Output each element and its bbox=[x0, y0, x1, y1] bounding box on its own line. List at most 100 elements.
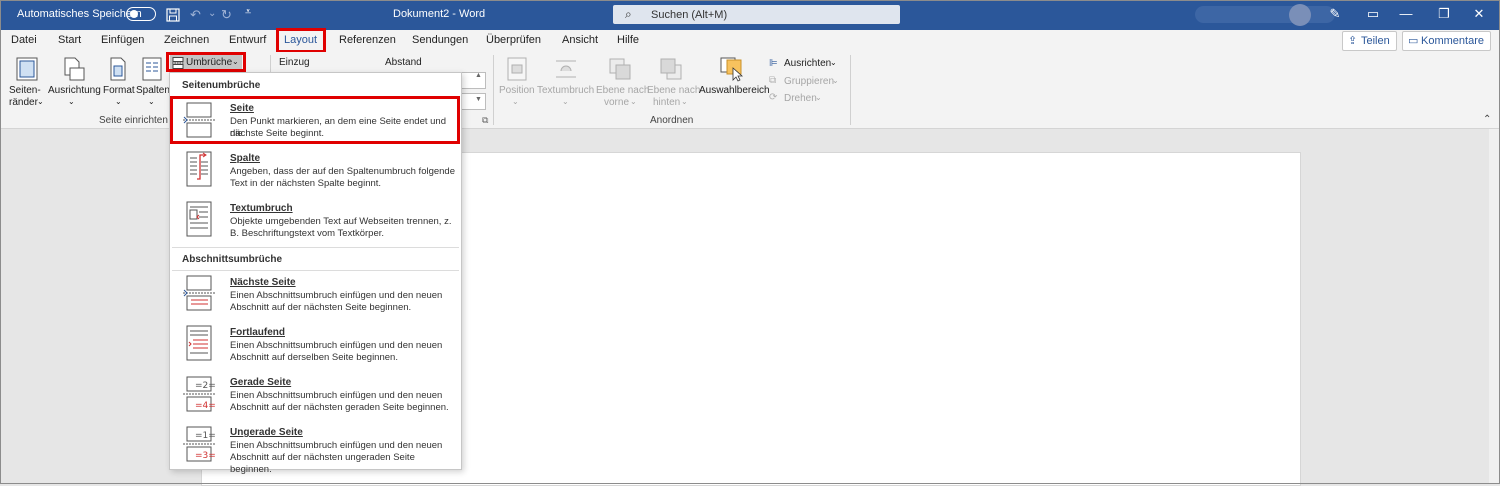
minimize-icon[interactable]: — bbox=[1394, 4, 1418, 24]
menu-item-title: Nächste Seite bbox=[230, 277, 296, 288]
position-label[interactable]: Position bbox=[499, 85, 535, 96]
send-backward-label-1[interactable]: Ebene nach bbox=[647, 85, 700, 96]
chevron-down-icon: ⌄ bbox=[115, 97, 122, 106]
even-page-icon: =2= =4= bbox=[183, 376, 215, 412]
tab-entwurf[interactable]: Entwurf bbox=[229, 34, 266, 46]
selection-pane-label[interactable]: Auswahlbereich bbox=[699, 85, 770, 96]
spacing-after-input[interactable] bbox=[460, 93, 486, 110]
maximize-icon[interactable]: ❐ bbox=[1432, 4, 1456, 24]
group-label-page-setup: Seite einrichten bbox=[99, 115, 168, 126]
wrap-text-label[interactable]: Textumbruch bbox=[537, 85, 594, 96]
menu-item-desc: Einen Abschnittsumbruch einfügen und den… bbox=[230, 440, 443, 451]
tab-sendungen[interactable]: Sendungen bbox=[412, 34, 468, 46]
title-bar: Automatisches Speichern ↶ ⌄ ↻ ⩡ Dokument… bbox=[0, 0, 1500, 30]
chevron-down-icon: ⌄ bbox=[68, 97, 75, 106]
tab-ansicht[interactable]: Ansicht bbox=[562, 34, 598, 46]
menu-item-title: Textumbruch bbox=[230, 203, 293, 214]
chevron-down-icon: ⌄ bbox=[148, 97, 155, 106]
search-box[interactable]: ⌕ Suchen (Alt+M) bbox=[613, 5, 900, 24]
tab-start[interactable]: Start bbox=[58, 34, 81, 46]
menu-item-desc: Abschnitt auf derselben Seite beginnen. bbox=[230, 352, 398, 363]
comment-icon: ▭ bbox=[1408, 35, 1419, 47]
chevron-down-icon: ⌄ bbox=[815, 93, 822, 102]
redo-icon[interactable]: ↻ bbox=[221, 7, 232, 23]
margins-icon bbox=[16, 57, 38, 81]
bring-forward-label-1[interactable]: Ebene nach bbox=[596, 85, 649, 96]
menu-item-desc: Einen Abschnittsumbruch einfügen und den… bbox=[230, 390, 443, 401]
menu-item-desc: Text in der nächsten Spalte beginnt. bbox=[230, 178, 382, 189]
autosave-toggle[interactable] bbox=[126, 7, 156, 21]
tab-datei[interactable]: Datei bbox=[11, 34, 37, 46]
group-separator bbox=[493, 55, 494, 125]
menu-item-desc: Abschnitt auf der nächsten ungeraden Sei… bbox=[230, 452, 415, 475]
close-icon[interactable]: ✕ bbox=[1467, 4, 1491, 24]
save-icon[interactable] bbox=[166, 8, 180, 22]
document-title: Dokument2 - Word bbox=[393, 8, 486, 20]
menu-item-title: Spalte bbox=[230, 153, 261, 164]
highlight-breaks-button bbox=[166, 52, 246, 72]
tab-hilfe[interactable]: Hilfe bbox=[617, 34, 639, 46]
spinner-up-icon[interactable]: ▲ bbox=[475, 72, 482, 79]
spacing-label: Abstand bbox=[385, 57, 422, 68]
odd-page-icon: =1= =3= bbox=[183, 426, 215, 462]
align-label[interactable]: Ausrichten bbox=[784, 58, 831, 69]
bring-forward-icon bbox=[608, 57, 632, 81]
spinner-down-icon[interactable]: ▼ bbox=[475, 96, 482, 103]
menu-divider bbox=[172, 270, 459, 271]
menu-item-title: Gerade Seite bbox=[230, 377, 292, 388]
svg-text:=2=: =2= bbox=[195, 381, 215, 391]
pen-icon[interactable]: ✎ bbox=[1323, 4, 1347, 24]
collapse-ribbon-icon[interactable]: ⌃ bbox=[1483, 114, 1491, 125]
margins-label-1[interactable]: Seiten- bbox=[9, 85, 41, 96]
tab-referenzen[interactable]: Referenzen bbox=[339, 34, 396, 46]
group-icon: ⧉ bbox=[769, 75, 777, 86]
menu-item-desc: B. Beschriftungstext vom Textkörper. bbox=[230, 228, 385, 239]
avatar[interactable] bbox=[1289, 4, 1311, 26]
chevron-down-icon: ⌄ bbox=[830, 58, 837, 67]
spacing-before-input[interactable] bbox=[460, 72, 486, 89]
account-name[interactable] bbox=[1195, 6, 1335, 23]
rotate-label[interactable]: Drehen bbox=[784, 93, 817, 104]
menu-item-desc: Einen Abschnittsumbruch einfügen und den… bbox=[230, 340, 443, 351]
svg-text:=4=: =4= bbox=[195, 401, 215, 411]
share-icon: ⇪ bbox=[1348, 35, 1358, 47]
search-icon: ⌕ bbox=[625, 7, 632, 21]
tab-einfuegen[interactable]: Einfügen bbox=[101, 34, 144, 46]
columns-label[interactable]: Spalten bbox=[136, 85, 170, 96]
highlight-layout-tab bbox=[276, 28, 326, 53]
autosave-label: Automatisches Speichern bbox=[17, 8, 142, 20]
group-label[interactable]: Gruppieren bbox=[784, 76, 834, 87]
share-button[interactable]: ⇪ Teilen bbox=[1342, 31, 1397, 51]
svg-text:=1=: =1= bbox=[195, 431, 215, 441]
highlight-page-break-item bbox=[170, 96, 460, 144]
rotate-icon: ⟳ bbox=[769, 92, 778, 103]
menu-item-desc: Abschnitt auf der nächsten geraden Seite… bbox=[230, 402, 449, 413]
orientation-label[interactable]: Ausrichtung bbox=[48, 85, 101, 96]
send-backward-label-2[interactable]: hinten bbox=[653, 97, 680, 108]
svg-text:=3=: =3= bbox=[195, 451, 215, 461]
margins-label-2[interactable]: ränder bbox=[9, 97, 38, 108]
chevron-down-icon: ⌄ bbox=[630, 97, 637, 106]
menu-item-title: Fortlaufend bbox=[230, 327, 285, 338]
size-label[interactable]: Format bbox=[103, 85, 135, 96]
chevron-down-icon: ⌄ bbox=[562, 97, 569, 106]
chevron-down-icon: ⌄ bbox=[512, 97, 519, 106]
chevron-down-icon: ⌄ bbox=[681, 97, 688, 106]
dialog-launcher-icon[interactable]: ⧉ bbox=[482, 115, 488, 126]
customize-qat-icon[interactable]: ⩡ bbox=[245, 6, 251, 19]
menu-item-desc: Objekte umgebenden Text auf Webseiten tr… bbox=[230, 216, 452, 227]
menu-item-desc: Angeben, dass der auf den Spaltenumbruch… bbox=[230, 166, 455, 177]
bring-forward-label-2[interactable]: vorne bbox=[604, 97, 629, 108]
tab-zeichnen[interactable]: Zeichnen bbox=[164, 34, 209, 46]
align-icon: ⊫ bbox=[769, 58, 778, 69]
position-icon bbox=[507, 57, 527, 81]
ribbon-tabs: Datei Start Einfügen Zeichnen Entwurf La… bbox=[0, 30, 1500, 52]
tab-ueberpruefen[interactable]: Überprüfen bbox=[486, 34, 541, 46]
vertical-scrollbar[interactable] bbox=[1489, 129, 1500, 484]
size-icon bbox=[108, 57, 128, 81]
comments-button[interactable]: ▭ Kommentare bbox=[1402, 31, 1491, 51]
undo-icon[interactable]: ↶ bbox=[190, 7, 201, 23]
chevron-down-icon: ⌄ bbox=[37, 97, 44, 106]
undo-dropdown-icon[interactable]: ⌄ bbox=[208, 8, 216, 19]
ribbon-options-icon[interactable]: ▭ bbox=[1361, 4, 1385, 24]
